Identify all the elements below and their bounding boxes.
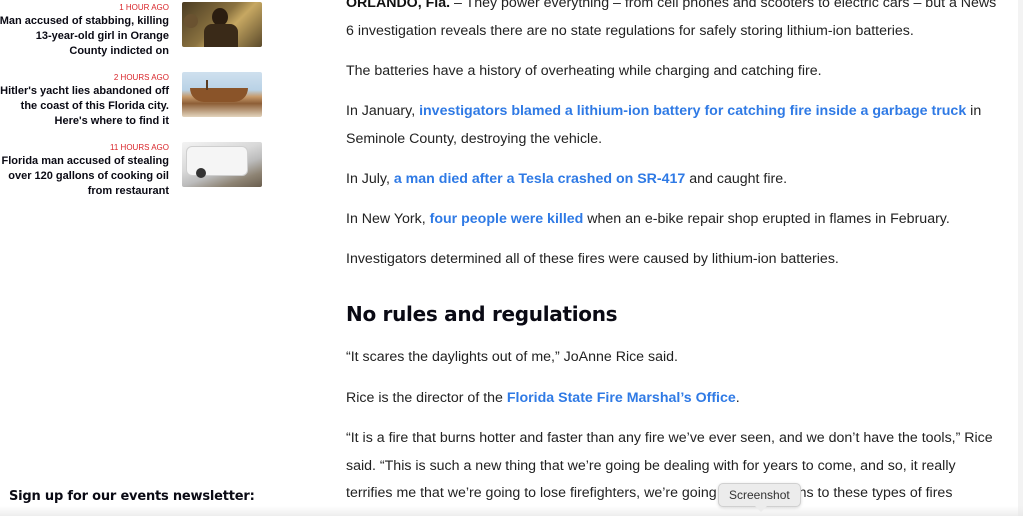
section-heading: No rules and regulations xyxy=(346,302,618,326)
related-story-2[interactable]: 2 HOURS AGO Hitler's yacht lies abandone… xyxy=(0,72,270,134)
story-thumbnail[interactable] xyxy=(182,2,262,47)
article-paragraph-1: ORLANDO, Fla. – They power everything – … xyxy=(346,0,1006,45)
bottom-fade xyxy=(0,506,1023,516)
article-paragraph-6: Investigators determined all of these fi… xyxy=(346,251,839,267)
ebike-fire-link[interactable]: four people were killed xyxy=(430,211,584,227)
fire-marshal-office-link[interactable]: Florida State Fire Marshal’s Office xyxy=(507,390,736,406)
article-paragraph-4: In July, a man died after a Tesla crashe… xyxy=(346,171,788,187)
article-paragraph-8: Rice is the director of the Florida Stat… xyxy=(346,390,740,406)
story-headline-link[interactable]: Man accused of stabbing, killing 13-year… xyxy=(0,14,169,59)
story-headline-link[interactable]: Hitler's yacht lies abandoned off the co… xyxy=(0,84,169,129)
article-paragraph-7: “It scares the daylights out of me,” JoA… xyxy=(346,349,678,365)
dateline: ORLANDO, Fla. xyxy=(346,0,451,11)
article-paragraph-9: “It is a fire that burns hotter and fast… xyxy=(346,430,993,501)
page-scrollbar[interactable] xyxy=(1018,0,1023,516)
story-thumbnail[interactable] xyxy=(182,142,262,187)
screenshot-tooltip: Screenshot xyxy=(718,483,801,512)
garbage-truck-fire-link[interactable]: investigators blamed a lithium-ion batte… xyxy=(419,103,966,119)
story-timestamp: 1 HOUR AGO xyxy=(119,3,169,12)
article-paragraph-5: In New York, four people were killed whe… xyxy=(346,211,950,227)
article-paragraph-2: The batteries have a history of overheat… xyxy=(346,63,822,79)
story-headline-link[interactable]: Florida man accused of stealing over 120… xyxy=(0,154,170,199)
article-paragraph-3: In January, investigators blamed a lithi… xyxy=(346,103,982,147)
story-timestamp: 11 HOURS AGO xyxy=(110,143,169,152)
story-timestamp: 2 HOURS AGO xyxy=(113,73,169,82)
story-thumbnail[interactable] xyxy=(182,72,262,117)
related-story-1[interactable]: 1 HOUR AGO Man accused of stabbing, kill… xyxy=(0,2,270,64)
tesla-crash-link[interactable]: a man died after a Tesla crashed on SR-4… xyxy=(394,171,685,187)
newsletter-signup-label: Sign up for our events newsletter: xyxy=(9,489,255,504)
related-story-3[interactable]: 11 HOURS AGO Florida man accused of stea… xyxy=(0,142,270,204)
